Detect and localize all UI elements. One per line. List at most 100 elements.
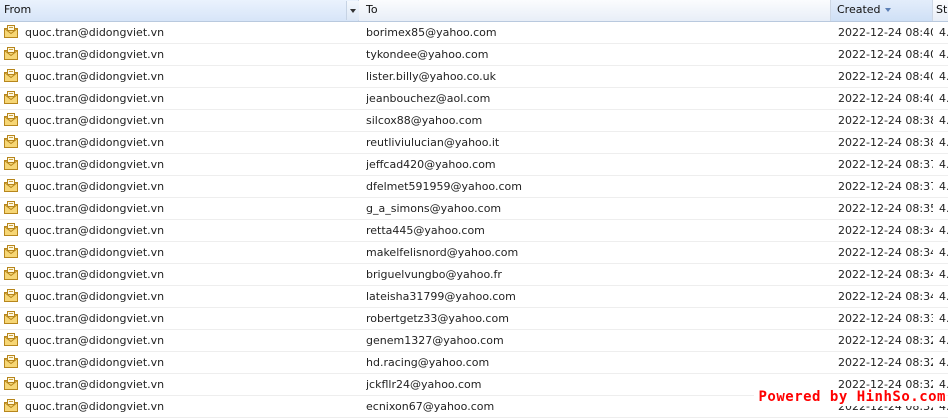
cell-status: 4. bbox=[939, 114, 948, 127]
envelope-icon bbox=[4, 44, 20, 65]
cell-created: 2022-12-24 08:34 bbox=[838, 290, 933, 303]
envelope-icon bbox=[4, 396, 20, 417]
cell-to: jeffcad420@yahoo.com bbox=[366, 158, 496, 171]
cell-created: 2022-12-24 08:40 bbox=[838, 48, 933, 61]
envelope-icon bbox=[4, 352, 20, 373]
cell-status: 4. bbox=[939, 48, 948, 61]
envelope-icon bbox=[4, 176, 20, 197]
cell-status: 4. bbox=[939, 224, 948, 237]
cell-created: 2022-12-24 08:32 bbox=[838, 334, 933, 347]
cell-created: 2022-12-24 08:40 bbox=[838, 26, 933, 39]
cell-to: lateisha31799@yahoo.com bbox=[366, 290, 516, 303]
envelope-icon bbox=[4, 264, 20, 285]
cell-from: quoc.tran@didongviet.vn bbox=[25, 158, 165, 171]
cell-status: 4. bbox=[939, 312, 948, 325]
cell-status: 4. bbox=[939, 92, 948, 105]
table-row[interactable]: quoc.tran@didongviet.vn borimex85@yahoo.c… bbox=[0, 22, 948, 44]
cell-to: silcox88@yahoo.com bbox=[366, 114, 483, 127]
cell-to: jeanbouchez@aol.com bbox=[366, 92, 491, 105]
cell-to: retta445@yahoo.com bbox=[366, 224, 485, 237]
cell-status: 4. bbox=[939, 202, 948, 215]
cell-from: quoc.tran@didongviet.vn bbox=[25, 48, 165, 61]
cell-status: 4. bbox=[939, 246, 948, 259]
cell-created: 2022-12-24 08:34 bbox=[838, 246, 933, 259]
cell-status: 4. bbox=[939, 158, 948, 171]
table-row[interactable]: quoc.tran@didongviet.vn lister.billy@yaho… bbox=[0, 66, 948, 88]
cell-status: 4. bbox=[939, 26, 948, 39]
envelope-icon bbox=[4, 286, 20, 307]
envelope-icon bbox=[4, 330, 20, 351]
column-header-from-label: From bbox=[4, 3, 32, 16]
table-row[interactable]: quoc.tran@didongviet.vn jeffcad420@yahoo.… bbox=[0, 154, 948, 176]
cell-status: 4. bbox=[939, 180, 948, 193]
cell-from: quoc.tran@didongviet.vn bbox=[25, 290, 165, 303]
cell-created: 2022-12-24 08:40 bbox=[838, 92, 933, 105]
table-row[interactable]: quoc.tran@didongviet.vn dfelmet591959@yah… bbox=[0, 176, 948, 198]
cell-from: quoc.tran@didongviet.vn bbox=[25, 114, 165, 127]
cell-from: quoc.tran@didongviet.vn bbox=[25, 378, 165, 391]
cell-from: quoc.tran@didongviet.vn bbox=[25, 356, 165, 369]
cell-from: quoc.tran@didongviet.vn bbox=[25, 92, 165, 105]
cell-created: 2022-12-24 08:34 bbox=[838, 268, 933, 281]
cell-to: g_a_simons@yahoo.com bbox=[366, 202, 502, 215]
envelope-icon bbox=[4, 22, 20, 43]
table-row[interactable]: quoc.tran@didongviet.vn lateisha31799@yah… bbox=[0, 286, 948, 308]
cell-to: makelfelisnord@yahoo.com bbox=[366, 246, 519, 259]
cell-status: 4. bbox=[939, 356, 948, 369]
column-header-to-label: To bbox=[366, 3, 378, 16]
cell-from: quoc.tran@didongviet.vn bbox=[25, 246, 165, 259]
cell-created: 2022-12-24 08:37 bbox=[838, 180, 933, 193]
column-menu-chevron-down-icon[interactable] bbox=[346, 1, 359, 20]
cell-from: quoc.tran@didongviet.vn bbox=[25, 334, 165, 347]
cell-from: quoc.tran@didongviet.vn bbox=[25, 312, 165, 325]
table-row[interactable]: quoc.tran@didongviet.vn retta445@yahoo.co… bbox=[0, 220, 948, 242]
column-header-status[interactable]: St bbox=[933, 0, 948, 21]
envelope-icon bbox=[4, 154, 20, 175]
cell-to: tykondee@yahoo.com bbox=[366, 48, 489, 61]
column-header-created-label: Created bbox=[837, 3, 881, 16]
cell-status: 4. bbox=[939, 136, 948, 149]
table-row[interactable]: quoc.tran@didongviet.vn jeanbouchez@aol.c… bbox=[0, 88, 948, 110]
column-header-status-label: St bbox=[936, 3, 948, 16]
watermark: Powered by HinhSo.com bbox=[754, 389, 946, 406]
grid-body: quoc.tran@didongviet.vn borimex85@yahoo.c… bbox=[0, 22, 948, 418]
cell-created: 2022-12-24 08:32 bbox=[838, 356, 933, 369]
cell-created: 2022-12-24 08:33 bbox=[838, 312, 933, 325]
cell-from: quoc.tran@didongviet.vn bbox=[25, 26, 165, 39]
envelope-icon bbox=[4, 110, 20, 131]
table-row[interactable]: quoc.tran@didongviet.vn genem1327@yahoo.c… bbox=[0, 330, 948, 352]
table-row[interactable]: quoc.tran@didongviet.vn makelfelisnord@ya… bbox=[0, 242, 948, 264]
cell-from: quoc.tran@didongviet.vn bbox=[25, 136, 165, 149]
envelope-icon bbox=[4, 308, 20, 329]
envelope-icon bbox=[4, 66, 20, 87]
table-row[interactable]: quoc.tran@didongviet.vn g_a_simons@yahoo.… bbox=[0, 198, 948, 220]
column-header-from[interactable]: From bbox=[0, 0, 359, 21]
table-row[interactable]: quoc.tran@didongviet.vn reutliviulucian@y… bbox=[0, 132, 948, 154]
cell-created: 2022-12-24 08:35 bbox=[838, 202, 933, 215]
cell-created: 2022-12-24 08:38 bbox=[838, 136, 933, 149]
cell-created: 2022-12-24 08:37 bbox=[838, 158, 933, 171]
cell-created: 2022-12-24 08:38 bbox=[838, 114, 933, 127]
table-row[interactable]: quoc.tran@didongviet.vn tykondee@yahoo.co… bbox=[0, 44, 948, 66]
cell-to: briguelvungbo@yahoo.fr bbox=[366, 268, 502, 281]
cell-to: hd.racing@yahoo.com bbox=[366, 356, 490, 369]
sort-descending-icon bbox=[884, 8, 891, 12]
cell-from: quoc.tran@didongviet.vn bbox=[25, 400, 165, 413]
grid-header: From To Created St bbox=[0, 0, 948, 22]
cell-from: quoc.tran@didongviet.vn bbox=[25, 224, 165, 237]
table-row[interactable]: quoc.tran@didongviet.vn silcox88@yahoo.co… bbox=[0, 110, 948, 132]
table-row[interactable]: quoc.tran@didongviet.vn briguelvungbo@yah… bbox=[0, 264, 948, 286]
column-header-to[interactable]: To bbox=[359, 0, 831, 21]
envelope-icon bbox=[4, 88, 20, 109]
table-row[interactable]: quoc.tran@didongviet.vn robertgetz33@yaho… bbox=[0, 308, 948, 330]
cell-to: lister.billy@yahoo.co.uk bbox=[366, 70, 497, 83]
cell-to: genem1327@yahoo.com bbox=[366, 334, 504, 347]
envelope-icon bbox=[4, 374, 20, 395]
table-row[interactable]: quoc.tran@didongviet.vn hd.racing@yahoo.c… bbox=[0, 352, 948, 374]
cell-status: 4. bbox=[939, 70, 948, 83]
envelope-icon bbox=[4, 132, 20, 153]
cell-from: quoc.tran@didongviet.vn bbox=[25, 202, 165, 215]
cell-to: reutliviulucian@yahoo.it bbox=[366, 136, 500, 149]
cell-to: borimex85@yahoo.com bbox=[366, 26, 497, 39]
column-header-created[interactable]: Created bbox=[831, 0, 933, 21]
